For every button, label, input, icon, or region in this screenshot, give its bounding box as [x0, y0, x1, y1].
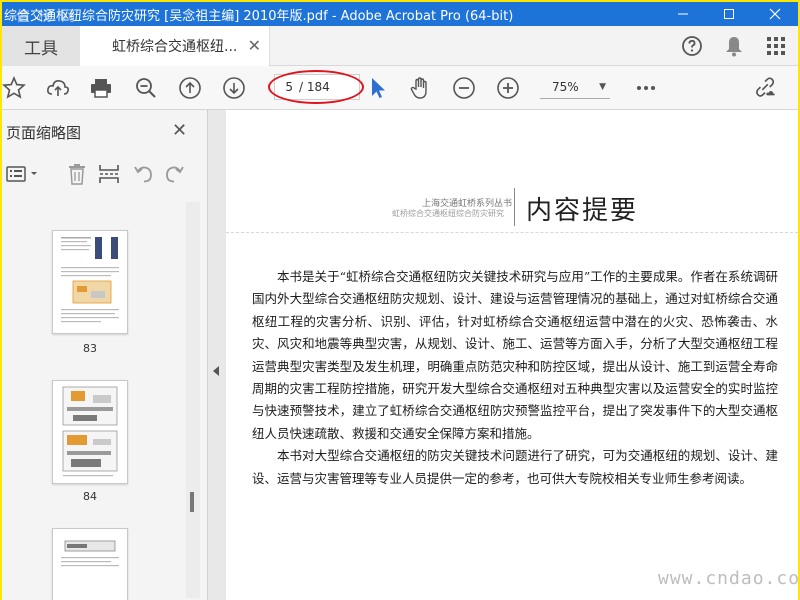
zoom-in-button[interactable]: [496, 76, 520, 100]
thumbnail-page-85[interactable]: [52, 528, 128, 600]
thumbnail-label: 84: [83, 490, 97, 503]
heading-divider: [514, 188, 515, 226]
more-dots-icon: [637, 86, 655, 90]
upload-button[interactable]: [46, 76, 70, 100]
page-preview-icon: [61, 540, 119, 567]
panel-title: 页面缩略图: [6, 124, 82, 142]
main-toolbar: [2, 66, 798, 110]
maximize-icon: [724, 9, 734, 19]
printer-icon: [91, 79, 111, 98]
select-tool-button[interactable]: [366, 76, 390, 100]
hand-tool-button[interactable]: [408, 76, 432, 100]
document-body: 本书是关于“虹桥综合交通枢纽防灾关键技术研究与应用”工作的主要成果。作者在系统调…: [252, 266, 778, 490]
tab-document-label: 虹桥综合交通枢纽...: [112, 39, 238, 55]
print-button[interactable]: [89, 76, 113, 100]
rotate-clockwise-button[interactable]: [162, 162, 188, 186]
title-bar: 综合交通枢纽综合防灾研究 [吴念祖主编] 2010年版.pdf - Adobe …: [2, 2, 798, 26]
link-cloud-icon: [756, 77, 775, 97]
minimize-icon: [678, 13, 688, 15]
thumbnails-panel: 页面缩略图 ✕ 83 84: [2, 110, 208, 600]
zoom-level-select[interactable]: 75% ▼: [540, 75, 610, 99]
panel-scrollbar[interactable]: [186, 202, 200, 598]
more-tools-button[interactable]: [634, 76, 658, 100]
body-paragraph: 本书对大型综合交通枢纽的防灾关键技术问题进行了研究，可为交通枢纽的规划、设计、建…: [252, 448, 778, 486]
apps-button[interactable]: [764, 34, 788, 58]
delete-page-button[interactable]: [64, 162, 90, 186]
rotate-counterclockwise-button[interactable]: [130, 162, 156, 186]
watermark-site: www.cndao.com: [658, 568, 800, 589]
share-link-button[interactable]: [754, 76, 778, 100]
panel-toolbar: [2, 158, 208, 190]
maximize-button[interactable]: [706, 2, 752, 26]
star-icon: [2, 76, 26, 99]
thumbnail-page-84[interactable]: [52, 380, 128, 484]
minimize-button[interactable]: [660, 2, 706, 26]
series-subtitle: 虹桥综合交通枢纽综合防灾研究: [392, 209, 504, 218]
close-window-button[interactable]: [752, 2, 798, 26]
notifications-button[interactable]: [722, 34, 746, 58]
previous-page-button[interactable]: [178, 76, 202, 100]
insert-page-button[interactable]: [96, 162, 122, 186]
thumbnail-label: 83: [83, 342, 97, 355]
next-page-button[interactable]: [222, 76, 246, 100]
chevron-down-icon: ▼: [599, 81, 606, 92]
help-icon: [682, 36, 702, 56]
thumbnail-page-83[interactable]: [52, 230, 128, 334]
bookmark-star-button[interactable]: [2, 76, 26, 100]
highlight-ellipse: [268, 70, 364, 104]
header-right-icons: [680, 34, 788, 58]
rotate-right-icon: [166, 166, 184, 183]
zoom-level-value: 75%: [552, 79, 579, 94]
arrow-down-circle-icon: [223, 77, 245, 99]
panel-splitter[interactable]: [208, 110, 226, 600]
window-controls: [660, 2, 798, 26]
page-heading: 内容提要: [526, 196, 639, 226]
hand-icon: [410, 77, 427, 99]
apps-grid-icon: [767, 37, 785, 55]
trash-icon: [69, 164, 85, 185]
zoom-out-magnifier-icon: [136, 78, 156, 98]
window-title: 综合交通枢纽综合防灾研究 [吴念祖主编] 2010年版.pdf - Adobe …: [4, 8, 514, 24]
close-icon: [769, 8, 781, 20]
heading-rule: [226, 232, 798, 233]
zoom-search-button[interactable]: [134, 76, 158, 100]
minus-circle-icon: [453, 77, 475, 99]
bell-icon: [726, 37, 742, 57]
tab-document[interactable]: 虹桥综合交通枢纽... ✕: [80, 26, 270, 66]
plus-circle-icon: [497, 77, 519, 99]
zoom-out-button[interactable]: [452, 76, 476, 100]
page-preview-icon: [62, 386, 118, 477]
arrow-up-circle-icon: [179, 77, 201, 99]
panel-close-icon[interactable]: ✕: [172, 120, 187, 141]
help-button[interactable]: [680, 34, 704, 58]
tab-row: 工具 虹桥综合交通枢纽... ✕: [2, 26, 798, 66]
tab-close-icon[interactable]: ✕: [248, 36, 261, 55]
document-page: 上海交通虹桥系列丛书 虹桥综合交通枢纽综合防灾研究 内容提要 本书是关于“虹桥综…: [226, 110, 800, 600]
options-menu-button[interactable]: [4, 162, 42, 186]
page-preview-icon: [61, 237, 119, 323]
tab-tools[interactable]: 工具: [2, 26, 80, 66]
body-paragraph: 本书是关于“虹桥综合交通枢纽防灾关键技术研究与应用”工作的主要成果。作者在系统调…: [252, 269, 778, 441]
scrollbar-thumb[interactable]: [190, 492, 194, 512]
cloud-upload-icon: [47, 80, 69, 96]
collapse-panel-icon[interactable]: [213, 366, 219, 376]
rotate-left-icon: [134, 166, 152, 183]
insert-pages-icon: [99, 165, 119, 183]
cursor-arrow-icon: [372, 78, 385, 98]
list-options-icon: [6, 166, 37, 182]
